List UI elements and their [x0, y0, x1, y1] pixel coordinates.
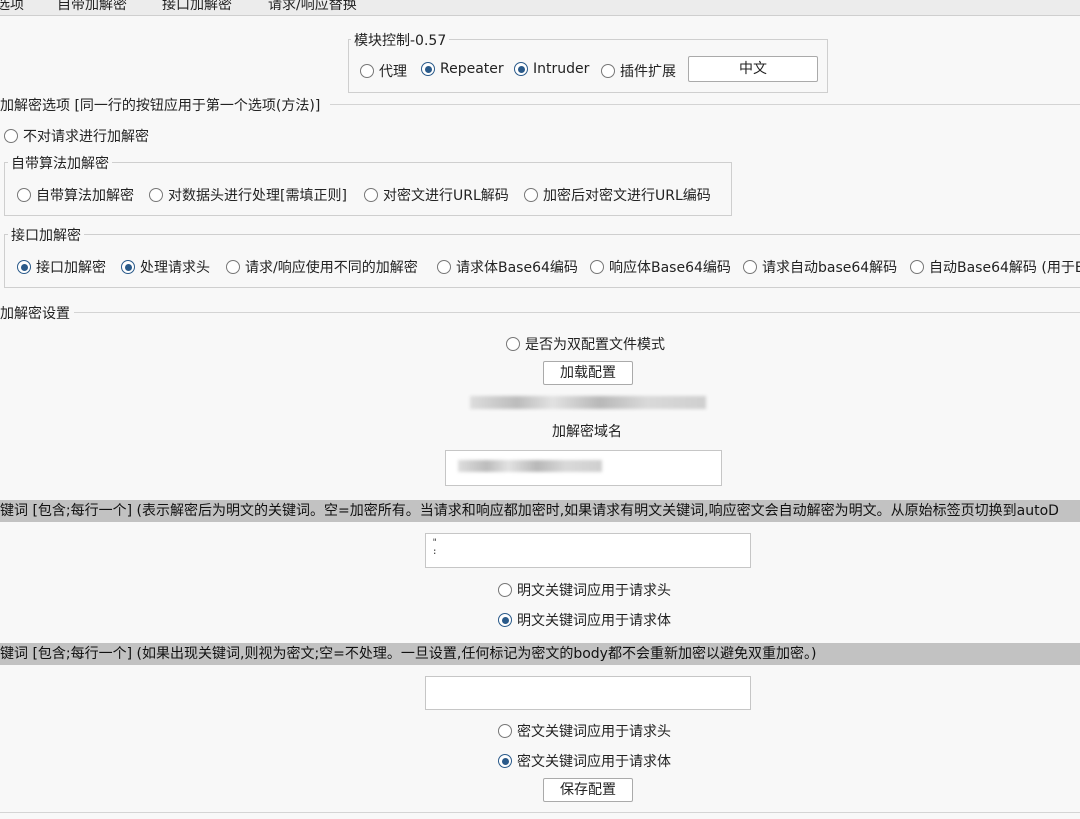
settings-title: 加解密设置: [0, 306, 70, 322]
tab-interface-crypto[interactable]: 接口加解密: [162, 0, 232, 14]
radio-plaintext-body[interactable]: 明文关键词应用于请求体: [498, 610, 671, 630]
domain-redacted: [458, 460, 602, 472]
radio-plugin-extension[interactable]: 插件扩展: [601, 61, 676, 81]
radio-ciphertext-header-label: 密文关键词应用于请求头: [517, 724, 671, 740]
crypto-options-divider: [330, 104, 1080, 105]
radio-intruder-indicator: [514, 62, 528, 76]
radio-ciphertext-header[interactable]: 密文关键词应用于请求头: [498, 721, 671, 741]
radio-different-crypto-label: 请求/响应使用不同的加解密: [245, 260, 418, 276]
radio-request-body-base64-label: 请求体Base64编码: [456, 260, 578, 276]
radio-plaintext-body-indicator: [498, 613, 512, 627]
radio-url-decode-cipher-indicator: [364, 188, 378, 202]
radio-proxy-indicator: [360, 64, 374, 78]
radio-url-encode-after-encrypt[interactable]: 加密后对密文进行URL编码: [524, 185, 711, 205]
radio-proxy-label: 代理: [379, 64, 407, 80]
settings-divider: [74, 312, 1080, 313]
radio-process-request-header-indicator: [121, 260, 135, 274]
ciphertext-keyword-textarea[interactable]: [425, 676, 751, 710]
radio-no-crypto-indicator: [4, 129, 18, 143]
tab-options[interactable]: 选项: [0, 0, 24, 15]
radio-builtin-crypto[interactable]: 自带算法加解密: [17, 185, 134, 205]
language-button[interactable]: 中文: [688, 56, 818, 82]
bottom-divider: [0, 812, 1080, 813]
radio-process-header-regex[interactable]: 对数据头进行处理[需填正则]: [149, 185, 347, 205]
builtin-crypto-title: 自带算法加解密: [8, 153, 112, 173]
radio-url-encode-after-encrypt-indicator: [524, 188, 538, 202]
radio-repeater[interactable]: Repeater: [421, 61, 504, 77]
radio-response-body-base64-label: 响应体Base64编码: [609, 260, 731, 276]
radio-builtin-crypto-label: 自带算法加解密: [36, 188, 134, 204]
radio-request-body-base64-indicator: [437, 260, 451, 274]
config-path-redacted: [470, 396, 706, 409]
radio-plaintext-header-label: 明文关键词应用于请求头: [517, 583, 671, 599]
radio-ciphertext-body-indicator: [498, 754, 512, 768]
radio-process-header-regex-indicator: [149, 188, 163, 202]
plaintext-keyword-label: 键词 [包含;每行一个] (表示解密后为明文的关键词。空=加密所有。当请求和响应…: [0, 500, 1080, 522]
radio-interface-crypto[interactable]: 接口加解密: [17, 257, 106, 277]
radio-request-auto-base64-decode-label: 请求自动base64解码: [762, 260, 898, 276]
radio-auto-base64-decode-indicator: [910, 260, 924, 274]
radio-url-encode-after-encrypt-label: 加密后对密文进行URL编码: [543, 188, 711, 204]
radio-plugin-extension-indicator: [601, 64, 615, 78]
radio-dual-config[interactable]: 是否为双配置文件模式: [506, 334, 665, 354]
radio-request-body-base64[interactable]: 请求体Base64编码: [437, 257, 578, 277]
radio-auto-base64-decode[interactable]: 自动Base64解码 (用于B: [910, 257, 1080, 277]
radio-repeater-indicator: [421, 62, 435, 76]
tab-replace[interactable]: 请求/响应替换: [268, 0, 357, 14]
radio-plaintext-header-indicator: [498, 583, 512, 597]
radio-process-header-regex-label: 对数据头进行处理[需填正则]: [168, 188, 347, 204]
radio-process-request-header-label: 处理请求头: [140, 260, 210, 276]
radio-auto-base64-decode-label: 自动Base64解码 (用于B: [929, 260, 1080, 276]
radio-url-decode-cipher-label: 对密文进行URL解码: [383, 188, 509, 204]
radio-no-crypto[interactable]: 不对请求进行加解密: [4, 126, 149, 146]
radio-interface-crypto-indicator: [17, 260, 31, 274]
radio-different-crypto[interactable]: 请求/响应使用不同的加解密: [226, 257, 418, 277]
radio-plugin-extension-label: 插件扩展: [620, 64, 676, 80]
radio-dual-config-indicator: [506, 337, 520, 351]
radio-response-body-base64[interactable]: 响应体Base64编码: [590, 257, 731, 277]
save-config-button[interactable]: 保存配置: [543, 778, 633, 802]
radio-intruder-label: Intruder: [533, 61, 590, 77]
radio-request-auto-base64-decode-indicator: [743, 260, 757, 274]
radio-no-crypto-label: 不对请求进行加解密: [23, 129, 149, 145]
crypto-options-title: 加解密选项 [同一行的按钮应用于第一个选项(方法)]: [0, 98, 321, 114]
radio-plaintext-header[interactable]: 明文关键词应用于请求头: [498, 580, 671, 600]
tab-builtin-crypto[interactable]: 自带加解密: [57, 0, 127, 14]
radio-ciphertext-body-label: 密文关键词应用于请求体: [517, 754, 671, 770]
radio-response-body-base64-indicator: [590, 260, 604, 274]
radio-ciphertext-header-indicator: [498, 724, 512, 738]
radio-intruder[interactable]: Intruder: [514, 61, 589, 77]
domain-input[interactable]: [445, 450, 722, 486]
domain-label: 加解密域名: [552, 424, 622, 440]
radio-url-decode-cipher[interactable]: 对密文进行URL解码: [364, 185, 509, 205]
radio-repeater-label: Repeater: [440, 61, 504, 77]
radio-builtin-crypto-indicator: [17, 188, 31, 202]
ciphertext-keyword-label: 键词 [包含;每行一个] (如果出现关键词,则视为密文;空=不处理。一旦设置,任…: [0, 643, 1080, 665]
plaintext-keyword-textarea[interactable]: " :: [425, 533, 751, 568]
radio-plaintext-body-label: 明文关键词应用于请求体: [517, 613, 671, 629]
radio-interface-crypto-label: 接口加解密: [36, 260, 106, 276]
interface-crypto-title: 接口加解密: [8, 225, 84, 245]
radio-process-request-header[interactable]: 处理请求头: [121, 257, 210, 277]
module-control-title: 模块控制-0.57: [351, 30, 450, 50]
radio-proxy[interactable]: 代理: [360, 61, 407, 81]
tab-bar: 选项 自带加解密 接口加解密 请求/响应替换: [0, 0, 1080, 16]
radio-ciphertext-body[interactable]: 密文关键词应用于请求体: [498, 751, 671, 771]
radio-different-crypto-indicator: [226, 260, 240, 274]
radio-dual-config-label: 是否为双配置文件模式: [525, 337, 665, 353]
radio-request-auto-base64-decode[interactable]: 请求自动base64解码: [743, 257, 897, 277]
load-config-button[interactable]: 加载配置: [543, 361, 633, 385]
